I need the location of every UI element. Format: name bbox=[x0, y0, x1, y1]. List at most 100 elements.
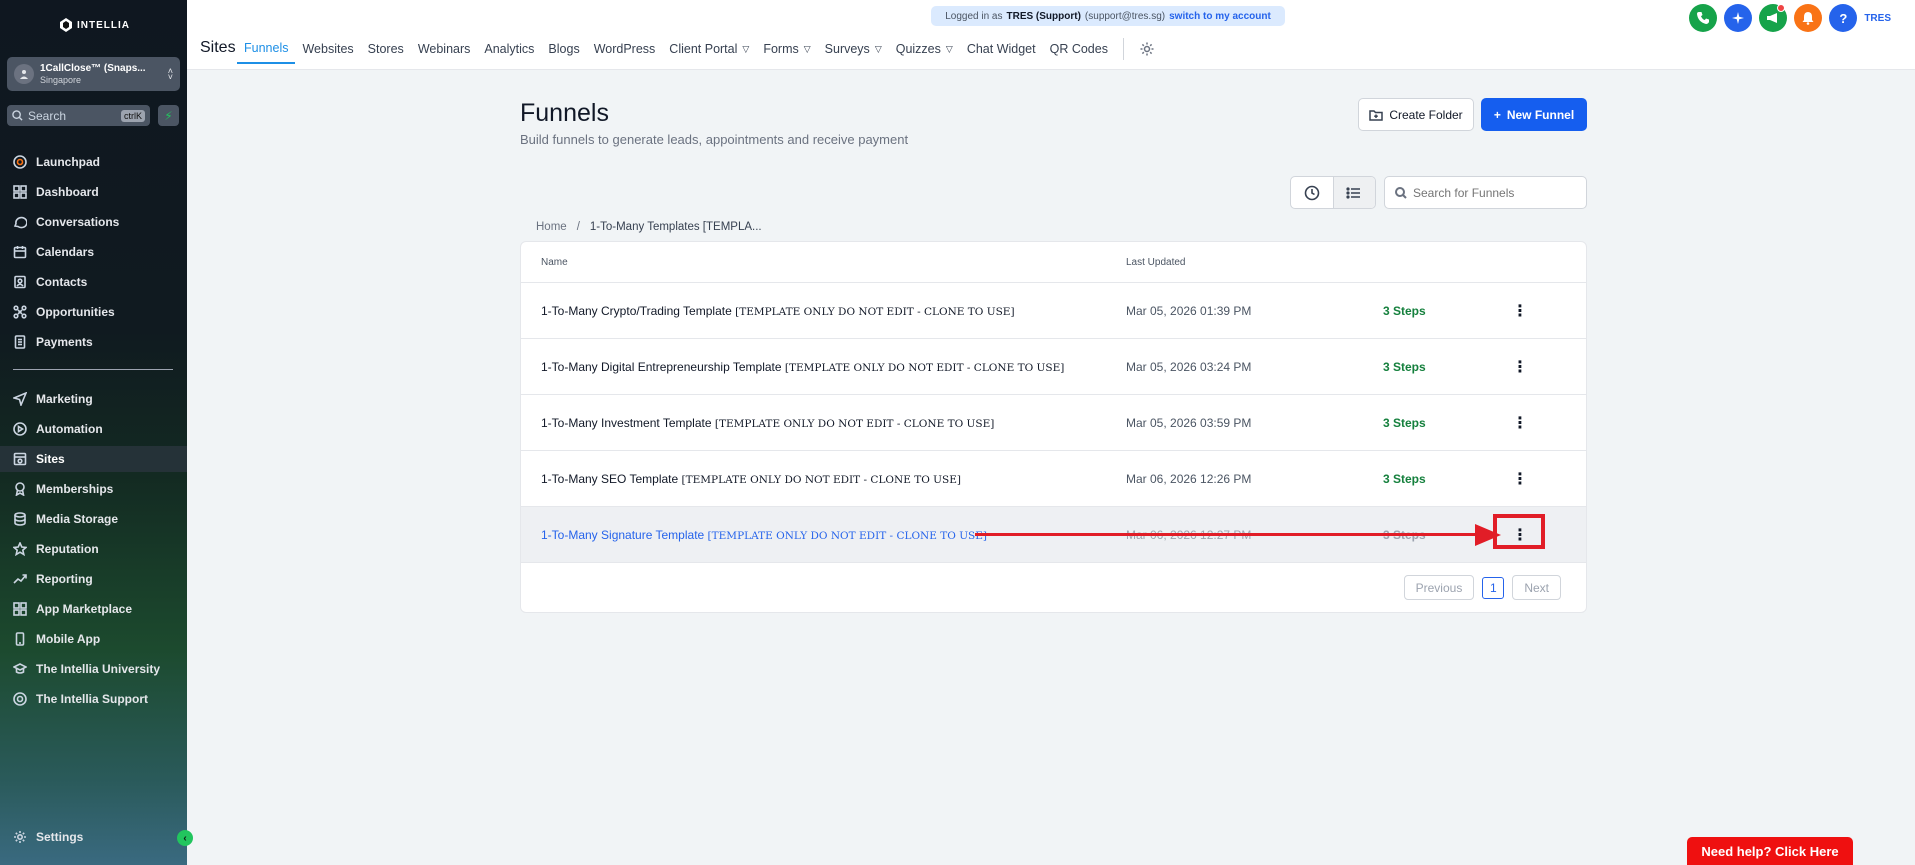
funnel-name[interactable]: 1-To-Many Digital Entrepreneurship Templ… bbox=[541, 360, 1064, 374]
table-row[interactable]: 1-To-Many Digital Entrepreneurship Templ… bbox=[521, 339, 1586, 395]
sidebar-item-support[interactable]: The Intellia Support bbox=[0, 686, 187, 712]
funnel-name[interactable]: 1-To-Many Investment Template [TEMPLATE … bbox=[541, 416, 994, 430]
intellia-logo-icon bbox=[60, 18, 72, 32]
breadcrumb-home[interactable]: Home bbox=[536, 221, 567, 233]
next-page-button[interactable]: Next bbox=[1512, 575, 1561, 600]
sidebar-item-dashboard[interactable]: Dashboard bbox=[0, 179, 187, 205]
tab-qr-codes[interactable]: QR Codes bbox=[1043, 34, 1115, 64]
more-options-icon[interactable]: ⋮ bbox=[1506, 297, 1534, 325]
tab-wordpress[interactable]: WordPress bbox=[587, 34, 663, 64]
annotation-arrow-line bbox=[975, 533, 1480, 536]
new-funnel-label: New Funnel bbox=[1506, 107, 1575, 122]
funnel-name[interactable]: 1-To-Many Crypto/Trading Template [TEMPL… bbox=[541, 304, 1015, 318]
page-title: Funnels bbox=[520, 99, 609, 127]
more-options-icon[interactable]: ⋮ bbox=[1506, 409, 1534, 437]
tab-websites[interactable]: Websites bbox=[295, 34, 360, 64]
previous-page-button[interactable]: Previous bbox=[1403, 575, 1475, 600]
tab-label: QR Codes bbox=[1049, 42, 1108, 56]
phone-glyph bbox=[1697, 12, 1710, 24]
column-header-last-updated: Last Updated bbox=[1126, 257, 1186, 268]
sidebar-item-mobile-app[interactable]: Mobile App bbox=[0, 626, 187, 652]
tab-label: Chat Widget bbox=[966, 42, 1036, 56]
account-switcher[interactable]: 1CallClose™ (Snaps... Singapore ˄ ˅ bbox=[7, 57, 180, 91]
sites-icon bbox=[13, 452, 27, 466]
sidebar-item-calendars[interactable]: Calendars bbox=[0, 239, 187, 265]
section-title: Sites bbox=[200, 39, 236, 56]
sidebar-item-payments[interactable]: Payments bbox=[0, 329, 187, 355]
phone-icon bbox=[15, 632, 25, 646]
calendar-icon bbox=[13, 246, 27, 259]
funnel-tag: [TEMPLATE ONLY DO NOT EDIT - CLONE TO US… bbox=[735, 306, 1015, 318]
sidebar-item-sites[interactable]: Sites bbox=[0, 446, 187, 472]
sidebar-item-launchpad[interactable]: Launchpad bbox=[0, 149, 187, 175]
quick-action-bolt-icon[interactable]: ⚡ bbox=[158, 105, 179, 126]
tab-analytics[interactable]: Analytics bbox=[477, 34, 541, 64]
sidebar-item-automation[interactable]: Automation bbox=[0, 416, 187, 442]
sidebar-item-label: Contacts bbox=[36, 275, 88, 289]
sidebar-item-opportunities[interactable]: Opportunities bbox=[0, 299, 187, 325]
table-row[interactable]: 1-To-Many Investment Template [TEMPLATE … bbox=[521, 395, 1586, 451]
tab-divider bbox=[1122, 38, 1124, 60]
sidebar-item-label: Automation bbox=[36, 422, 103, 436]
announcement-icon[interactable] bbox=[1759, 4, 1788, 32]
sidebar-item-media-storage[interactable]: Media Storage bbox=[0, 506, 187, 532]
collapse-sidebar-icon[interactable]: ‹ bbox=[177, 830, 193, 846]
funnel-search-input[interactable] bbox=[1413, 185, 1573, 200]
sidebar-item-reputation[interactable]: Reputation bbox=[0, 536, 187, 562]
tab-chat-widget[interactable]: Chat Widget bbox=[960, 34, 1043, 64]
tab-forms[interactable]: Forms ▽ bbox=[756, 34, 817, 64]
sidebar-search[interactable]: Search ctrlK bbox=[7, 105, 150, 126]
funnel-tag: [TEMPLATE ONLY DO NOT EDIT - CLONE TO US… bbox=[707, 530, 987, 542]
funnel-updated: Mar 05, 2026 01:39 PM bbox=[1126, 304, 1252, 318]
tab-funnels[interactable]: Funnels bbox=[237, 34, 296, 64]
help-icon[interactable]: ? bbox=[1829, 4, 1858, 32]
chevron-down-icon: ▽ bbox=[742, 43, 750, 54]
sidebar-item-label: Settings bbox=[36, 830, 84, 844]
payments-icon bbox=[14, 335, 26, 349]
table-row[interactable]: 1-To-Many SEO Template [TEMPLATE ONLY DO… bbox=[521, 451, 1586, 507]
table-row[interactable]: 1-To-Many Crypto/Trading Template [TEMPL… bbox=[521, 283, 1586, 339]
tab-surveys[interactable]: Surveys ▽ bbox=[818, 34, 889, 64]
tab-bar: Funnels Websites Stores Webinars Analyti… bbox=[237, 34, 1162, 64]
page-number-button[interactable]: 1 bbox=[1482, 576, 1505, 599]
page-subtitle: Build funnels to generate leads, appoint… bbox=[520, 132, 909, 147]
tab-quizzes[interactable]: Quizzes ▽ bbox=[889, 34, 960, 64]
create-folder-button[interactable]: Create Folder bbox=[1358, 98, 1474, 131]
sidebar-item-label: Reporting bbox=[36, 572, 93, 586]
sidebar-item-conversations[interactable]: Conversations bbox=[0, 209, 187, 235]
ai-sparkle-icon[interactable] bbox=[1724, 4, 1753, 32]
more-options-icon[interactable]: ⋮ bbox=[1506, 465, 1534, 493]
app-logo[interactable]: INTELLIA bbox=[60, 18, 130, 32]
switch-account-link[interactable]: switch to my account bbox=[1169, 11, 1271, 22]
tab-settings[interactable] bbox=[1132, 34, 1162, 64]
tab-client-portal[interactable]: Client Portal ▽ bbox=[662, 34, 756, 64]
need-help-button[interactable]: Need help? Click Here bbox=[1687, 837, 1853, 865]
funnel-name[interactable]: 1-To-Many Signature Template [TEMPLATE O… bbox=[541, 528, 987, 542]
sidebar-search-placeholder: Search bbox=[28, 108, 67, 123]
phone-call-icon[interactable] bbox=[1689, 4, 1718, 32]
new-funnel-button[interactable]: + New Funnel bbox=[1481, 98, 1587, 131]
impersonation-prefix: Logged in as bbox=[945, 10, 1003, 22]
funnel-search[interactable] bbox=[1384, 176, 1587, 209]
tab-blogs[interactable]: Blogs bbox=[541, 34, 586, 64]
account-avatar bbox=[14, 64, 34, 84]
sidebar-item-memberships[interactable]: Memberships bbox=[0, 476, 187, 502]
user-initials[interactable]: TRES bbox=[1864, 13, 1891, 24]
tab-label: Blogs bbox=[548, 42, 580, 56]
bell-icon[interactable] bbox=[1794, 4, 1823, 32]
funnel-name[interactable]: 1-To-Many SEO Template [TEMPLATE ONLY DO… bbox=[541, 472, 961, 486]
tab-label: Stores bbox=[367, 42, 404, 56]
sidebar-item-university[interactable]: The Intellia University bbox=[0, 656, 187, 682]
tab-webinars[interactable]: Webinars bbox=[411, 34, 478, 64]
sidebar-item-contacts[interactable]: Contacts bbox=[0, 269, 187, 295]
tab-label: Forms bbox=[763, 42, 799, 56]
more-options-icon[interactable]: ⋮ bbox=[1506, 353, 1534, 381]
megaphone-glyph bbox=[1767, 13, 1778, 23]
sidebar-item-app-marketplace[interactable]: App Marketplace bbox=[0, 596, 187, 622]
tab-stores[interactable]: Stores bbox=[361, 34, 411, 64]
sidebar-item-marketing[interactable]: Marketing bbox=[0, 386, 187, 412]
sidebar-item-reporting[interactable]: Reporting bbox=[0, 566, 187, 592]
recent-view-button[interactable] bbox=[1291, 177, 1333, 208]
sidebar-item-settings[interactable]: Settings bbox=[0, 824, 187, 850]
list-view-button[interactable] bbox=[1332, 177, 1375, 208]
